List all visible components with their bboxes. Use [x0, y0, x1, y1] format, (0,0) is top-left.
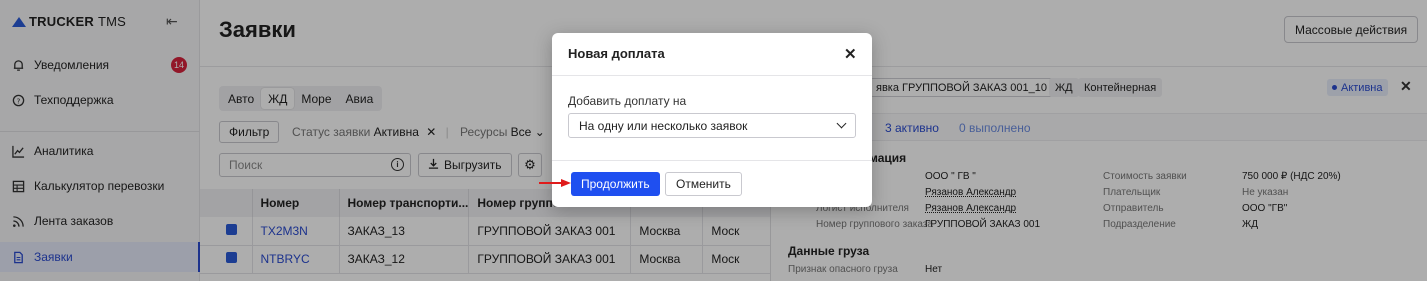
modal-header-divider [552, 75, 872, 76]
new-surcharge-modal: Новая доплата ✕ Добавить доплату на На о… [552, 33, 872, 207]
modal-title: Новая доплата [568, 46, 665, 61]
continue-button[interactable]: Продолжить [571, 172, 660, 196]
annotation-arrow-icon [539, 179, 571, 187]
surcharge-target-label: Добавить доплату на [568, 94, 687, 108]
close-icon[interactable]: ✕ [844, 45, 857, 63]
surcharge-target-select[interactable]: На одну или несколько заявок [568, 113, 856, 138]
cancel-button[interactable]: Отменить [665, 172, 742, 196]
chevron-down-icon [836, 118, 847, 129]
select-value: На одну или несколько заявок [579, 118, 748, 133]
modal-footer-divider [552, 160, 872, 161]
